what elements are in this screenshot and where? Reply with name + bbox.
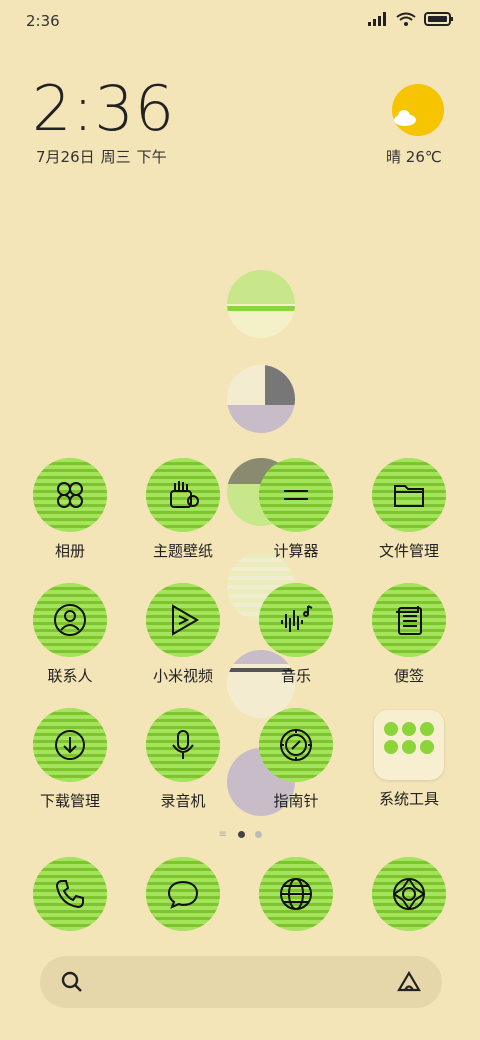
browser-icon [280,878,312,910]
dock-camera[interactable] [354,857,464,931]
app-icon [33,458,107,532]
status-bar: 2:36 [0,0,480,44]
signal-icon [368,12,386,26]
camera-icon [393,878,425,910]
status-time: 2:36 [26,12,60,30]
recorder-icon [172,730,194,759]
app-icon [33,857,107,931]
page-dot[interactable] [254,831,262,838]
app-label: 文件管理 [378,542,439,560]
app-recorder[interactable]: 录音机 [128,708,238,811]
weekday-text: 周三 [100,148,131,166]
app-label: 联系人 [47,667,93,685]
app-download[interactable]: 下载管理 [15,708,125,811]
app-music[interactable]: 音乐 [241,583,351,686]
app-label: 录音机 [160,792,206,810]
calculator-icon [284,490,308,500]
app-icon [33,708,107,782]
app-icon [259,458,333,532]
folder-icon [394,485,424,507]
app-label: 便签 [393,667,424,685]
app-icon [372,857,446,931]
app-icon [146,583,220,657]
status-icons [368,12,454,26]
search-icon[interactable] [60,970,84,994]
decorative-bubble [227,270,295,338]
app-tools-folder[interactable]: 系统工具 [354,708,464,809]
dock-browser[interactable] [241,857,351,931]
app-icon [146,708,220,782]
mini-app-icon [402,722,416,736]
dock-phone[interactable] [15,857,125,931]
wifi-icon [396,12,416,26]
app-video[interactable]: 小米视频 [128,583,238,686]
app-label: 计算器 [273,542,319,560]
mini-app-icon [420,740,434,754]
mini-app-icon [384,722,398,736]
app-contacts[interactable]: 联系人 [15,583,125,686]
app-label: 下载管理 [39,792,100,810]
app-file-manager[interactable]: 文件管理 [354,458,464,561]
app-icon [146,458,220,532]
compass-icon [280,729,312,761]
contacts-icon [54,604,86,636]
date-text: 7月26日 [36,148,95,166]
menu-lines-icon[interactable]: ≡ [219,830,228,840]
theme-icon [170,481,199,508]
app-theme[interactable]: 主题壁纸 [128,458,238,561]
app-icon [259,708,333,782]
sun-cloud-icon[interactable] [392,84,444,136]
mini-app-icon [420,722,434,736]
app-icon [259,583,333,657]
decorative-bubble [227,365,295,433]
gallery-icon [57,482,83,508]
weather-text[interactable]: 晴 26℃ [386,146,442,167]
tools-folder-icon [374,710,444,780]
app-icon [372,458,446,532]
period-text: 下午 [136,148,167,166]
battery-icon [424,12,453,26]
app-label: 指南针 [273,792,319,810]
weather-condition: 晴 [386,148,402,166]
notes-icon [396,606,422,635]
app-label: 系统工具 [378,790,439,808]
app-label: 小米视频 [152,667,213,685]
app-label: 音乐 [280,667,311,685]
app-label: 相册 [54,542,85,560]
app-icon [146,857,220,931]
app-icon [259,857,333,931]
weather-temperature: 26℃ [405,148,442,166]
assistant-icon[interactable] [396,970,422,994]
app-icon [372,583,446,657]
app-compass[interactable]: 指南针 [241,708,351,811]
clock-widget-date[interactable]: 7月26日 周三 下午 [36,146,173,167]
mini-app-icon [384,740,398,754]
clock-widget-time[interactable]: 2:36 [32,78,175,140]
page-dot-active[interactable] [237,831,245,838]
download-icon [55,730,85,760]
mini-app-icon [402,740,416,754]
video-icon [172,604,199,636]
app-calculator[interactable]: 计算器 [241,458,351,561]
app-icon [33,583,107,657]
search-bar[interactable] [40,956,442,1008]
phone-icon [55,880,84,909]
music-icon [281,605,313,632]
app-gallery[interactable]: 相册 [15,458,125,561]
app-notes[interactable]: 便签 [354,583,464,686]
page-indicator[interactable]: ≡ [0,830,480,840]
dock-messages[interactable] [128,857,238,931]
messages-icon [167,880,199,909]
app-label: 主题壁纸 [152,542,213,560]
